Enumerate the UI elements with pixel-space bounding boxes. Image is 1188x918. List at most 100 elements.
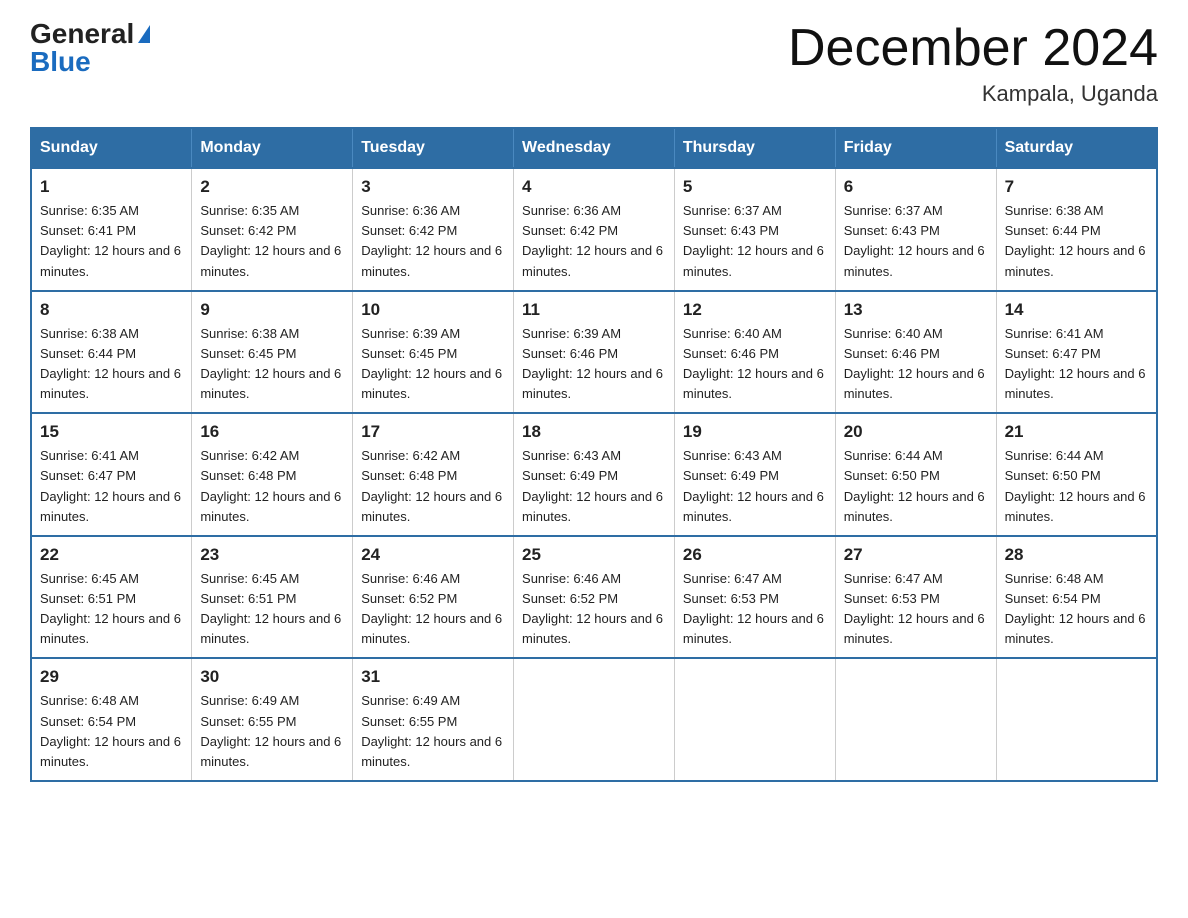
header-thursday: Thursday (674, 128, 835, 168)
empty-cell (996, 658, 1157, 781)
day-number: 22 (40, 545, 183, 565)
day-number: 6 (844, 177, 988, 197)
day-number: 9 (200, 300, 344, 320)
day-cell-3: 3 Sunrise: 6:36 AMSunset: 6:42 PMDayligh… (353, 168, 514, 291)
day-info: Sunrise: 6:45 AMSunset: 6:51 PMDaylight:… (40, 571, 181, 646)
header-monday: Monday (192, 128, 353, 168)
day-cell-24: 24 Sunrise: 6:46 AMSunset: 6:52 PMDaylig… (353, 536, 514, 659)
day-number: 31 (361, 667, 505, 687)
header-tuesday: Tuesday (353, 128, 514, 168)
week-row-1: 8 Sunrise: 6:38 AMSunset: 6:44 PMDayligh… (31, 291, 1157, 414)
day-info: Sunrise: 6:38 AMSunset: 6:44 PMDaylight:… (1005, 203, 1146, 278)
day-cell-8: 8 Sunrise: 6:38 AMSunset: 6:44 PMDayligh… (31, 291, 192, 414)
day-number: 19 (683, 422, 827, 442)
day-number: 16 (200, 422, 344, 442)
day-cell-9: 9 Sunrise: 6:38 AMSunset: 6:45 PMDayligh… (192, 291, 353, 414)
day-info: Sunrise: 6:49 AMSunset: 6:55 PMDaylight:… (361, 693, 502, 768)
day-info: Sunrise: 6:37 AMSunset: 6:43 PMDaylight:… (844, 203, 985, 278)
day-info: Sunrise: 6:37 AMSunset: 6:43 PMDaylight:… (683, 203, 824, 278)
day-cell-18: 18 Sunrise: 6:43 AMSunset: 6:49 PMDaylig… (514, 413, 675, 536)
day-number: 21 (1005, 422, 1148, 442)
day-number: 20 (844, 422, 988, 442)
calendar-header-row: SundayMondayTuesdayWednesdayThursdayFrid… (31, 128, 1157, 168)
day-number: 25 (522, 545, 666, 565)
day-cell-26: 26 Sunrise: 6:47 AMSunset: 6:53 PMDaylig… (674, 536, 835, 659)
day-number: 29 (40, 667, 183, 687)
logo-general-text: General (30, 20, 134, 48)
day-cell-19: 19 Sunrise: 6:43 AMSunset: 6:49 PMDaylig… (674, 413, 835, 536)
day-cell-23: 23 Sunrise: 6:45 AMSunset: 6:51 PMDaylig… (192, 536, 353, 659)
day-cell-12: 12 Sunrise: 6:40 AMSunset: 6:46 PMDaylig… (674, 291, 835, 414)
day-info: Sunrise: 6:38 AMSunset: 6:45 PMDaylight:… (200, 326, 341, 401)
day-number: 18 (522, 422, 666, 442)
day-info: Sunrise: 6:39 AMSunset: 6:46 PMDaylight:… (522, 326, 663, 401)
day-info: Sunrise: 6:35 AMSunset: 6:42 PMDaylight:… (200, 203, 341, 278)
day-info: Sunrise: 6:42 AMSunset: 6:48 PMDaylight:… (200, 448, 341, 523)
day-number: 13 (844, 300, 988, 320)
week-row-3: 22 Sunrise: 6:45 AMSunset: 6:51 PMDaylig… (31, 536, 1157, 659)
day-number: 28 (1005, 545, 1148, 565)
day-number: 26 (683, 545, 827, 565)
day-info: Sunrise: 6:49 AMSunset: 6:55 PMDaylight:… (200, 693, 341, 768)
day-cell-10: 10 Sunrise: 6:39 AMSunset: 6:45 PMDaylig… (353, 291, 514, 414)
day-cell-17: 17 Sunrise: 6:42 AMSunset: 6:48 PMDaylig… (353, 413, 514, 536)
day-number: 14 (1005, 300, 1148, 320)
location: Kampala, Uganda (788, 81, 1158, 107)
day-info: Sunrise: 6:40 AMSunset: 6:46 PMDaylight:… (844, 326, 985, 401)
empty-cell (835, 658, 996, 781)
day-info: Sunrise: 6:41 AMSunset: 6:47 PMDaylight:… (1005, 326, 1146, 401)
day-info: Sunrise: 6:40 AMSunset: 6:46 PMDaylight:… (683, 326, 824, 401)
day-cell-5: 5 Sunrise: 6:37 AMSunset: 6:43 PMDayligh… (674, 168, 835, 291)
day-info: Sunrise: 6:38 AMSunset: 6:44 PMDaylight:… (40, 326, 181, 401)
day-info: Sunrise: 6:41 AMSunset: 6:47 PMDaylight:… (40, 448, 181, 523)
day-number: 10 (361, 300, 505, 320)
day-number: 17 (361, 422, 505, 442)
day-info: Sunrise: 6:45 AMSunset: 6:51 PMDaylight:… (200, 571, 341, 646)
day-cell-13: 13 Sunrise: 6:40 AMSunset: 6:46 PMDaylig… (835, 291, 996, 414)
day-info: Sunrise: 6:47 AMSunset: 6:53 PMDaylight:… (844, 571, 985, 646)
day-info: Sunrise: 6:39 AMSunset: 6:45 PMDaylight:… (361, 326, 502, 401)
day-info: Sunrise: 6:48 AMSunset: 6:54 PMDaylight:… (40, 693, 181, 768)
day-cell-4: 4 Sunrise: 6:36 AMSunset: 6:42 PMDayligh… (514, 168, 675, 291)
day-number: 3 (361, 177, 505, 197)
week-row-0: 1 Sunrise: 6:35 AMSunset: 6:41 PMDayligh… (31, 168, 1157, 291)
day-cell-14: 14 Sunrise: 6:41 AMSunset: 6:47 PMDaylig… (996, 291, 1157, 414)
day-cell-11: 11 Sunrise: 6:39 AMSunset: 6:46 PMDaylig… (514, 291, 675, 414)
day-info: Sunrise: 6:44 AMSunset: 6:50 PMDaylight:… (844, 448, 985, 523)
day-cell-16: 16 Sunrise: 6:42 AMSunset: 6:48 PMDaylig… (192, 413, 353, 536)
day-number: 5 (683, 177, 827, 197)
day-cell-15: 15 Sunrise: 6:41 AMSunset: 6:47 PMDaylig… (31, 413, 192, 536)
week-row-4: 29 Sunrise: 6:48 AMSunset: 6:54 PMDaylig… (31, 658, 1157, 781)
empty-cell (674, 658, 835, 781)
day-number: 1 (40, 177, 183, 197)
day-cell-7: 7 Sunrise: 6:38 AMSunset: 6:44 PMDayligh… (996, 168, 1157, 291)
page-header: General Blue December 2024 Kampala, Ugan… (30, 20, 1158, 107)
logo-triangle-icon (138, 25, 150, 43)
day-number: 8 (40, 300, 183, 320)
header-saturday: Saturday (996, 128, 1157, 168)
day-cell-22: 22 Sunrise: 6:45 AMSunset: 6:51 PMDaylig… (31, 536, 192, 659)
day-cell-25: 25 Sunrise: 6:46 AMSunset: 6:52 PMDaylig… (514, 536, 675, 659)
day-cell-2: 2 Sunrise: 6:35 AMSunset: 6:42 PMDayligh… (192, 168, 353, 291)
day-cell-27: 27 Sunrise: 6:47 AMSunset: 6:53 PMDaylig… (835, 536, 996, 659)
day-info: Sunrise: 6:36 AMSunset: 6:42 PMDaylight:… (522, 203, 663, 278)
day-info: Sunrise: 6:42 AMSunset: 6:48 PMDaylight:… (361, 448, 502, 523)
day-cell-31: 31 Sunrise: 6:49 AMSunset: 6:55 PMDaylig… (353, 658, 514, 781)
logo-blue-text: Blue (30, 48, 91, 76)
day-cell-29: 29 Sunrise: 6:48 AMSunset: 6:54 PMDaylig… (31, 658, 192, 781)
day-number: 27 (844, 545, 988, 565)
day-info: Sunrise: 6:44 AMSunset: 6:50 PMDaylight:… (1005, 448, 1146, 523)
day-info: Sunrise: 6:47 AMSunset: 6:53 PMDaylight:… (683, 571, 824, 646)
day-cell-28: 28 Sunrise: 6:48 AMSunset: 6:54 PMDaylig… (996, 536, 1157, 659)
day-info: Sunrise: 6:35 AMSunset: 6:41 PMDaylight:… (40, 203, 181, 278)
day-number: 11 (522, 300, 666, 320)
day-number: 2 (200, 177, 344, 197)
day-cell-20: 20 Sunrise: 6:44 AMSunset: 6:50 PMDaylig… (835, 413, 996, 536)
day-cell-1: 1 Sunrise: 6:35 AMSunset: 6:41 PMDayligh… (31, 168, 192, 291)
header-wednesday: Wednesday (514, 128, 675, 168)
day-cell-21: 21 Sunrise: 6:44 AMSunset: 6:50 PMDaylig… (996, 413, 1157, 536)
calendar-table: SundayMondayTuesdayWednesdayThursdayFrid… (30, 127, 1158, 782)
day-number: 30 (200, 667, 344, 687)
day-info: Sunrise: 6:36 AMSunset: 6:42 PMDaylight:… (361, 203, 502, 278)
day-info: Sunrise: 6:46 AMSunset: 6:52 PMDaylight:… (522, 571, 663, 646)
